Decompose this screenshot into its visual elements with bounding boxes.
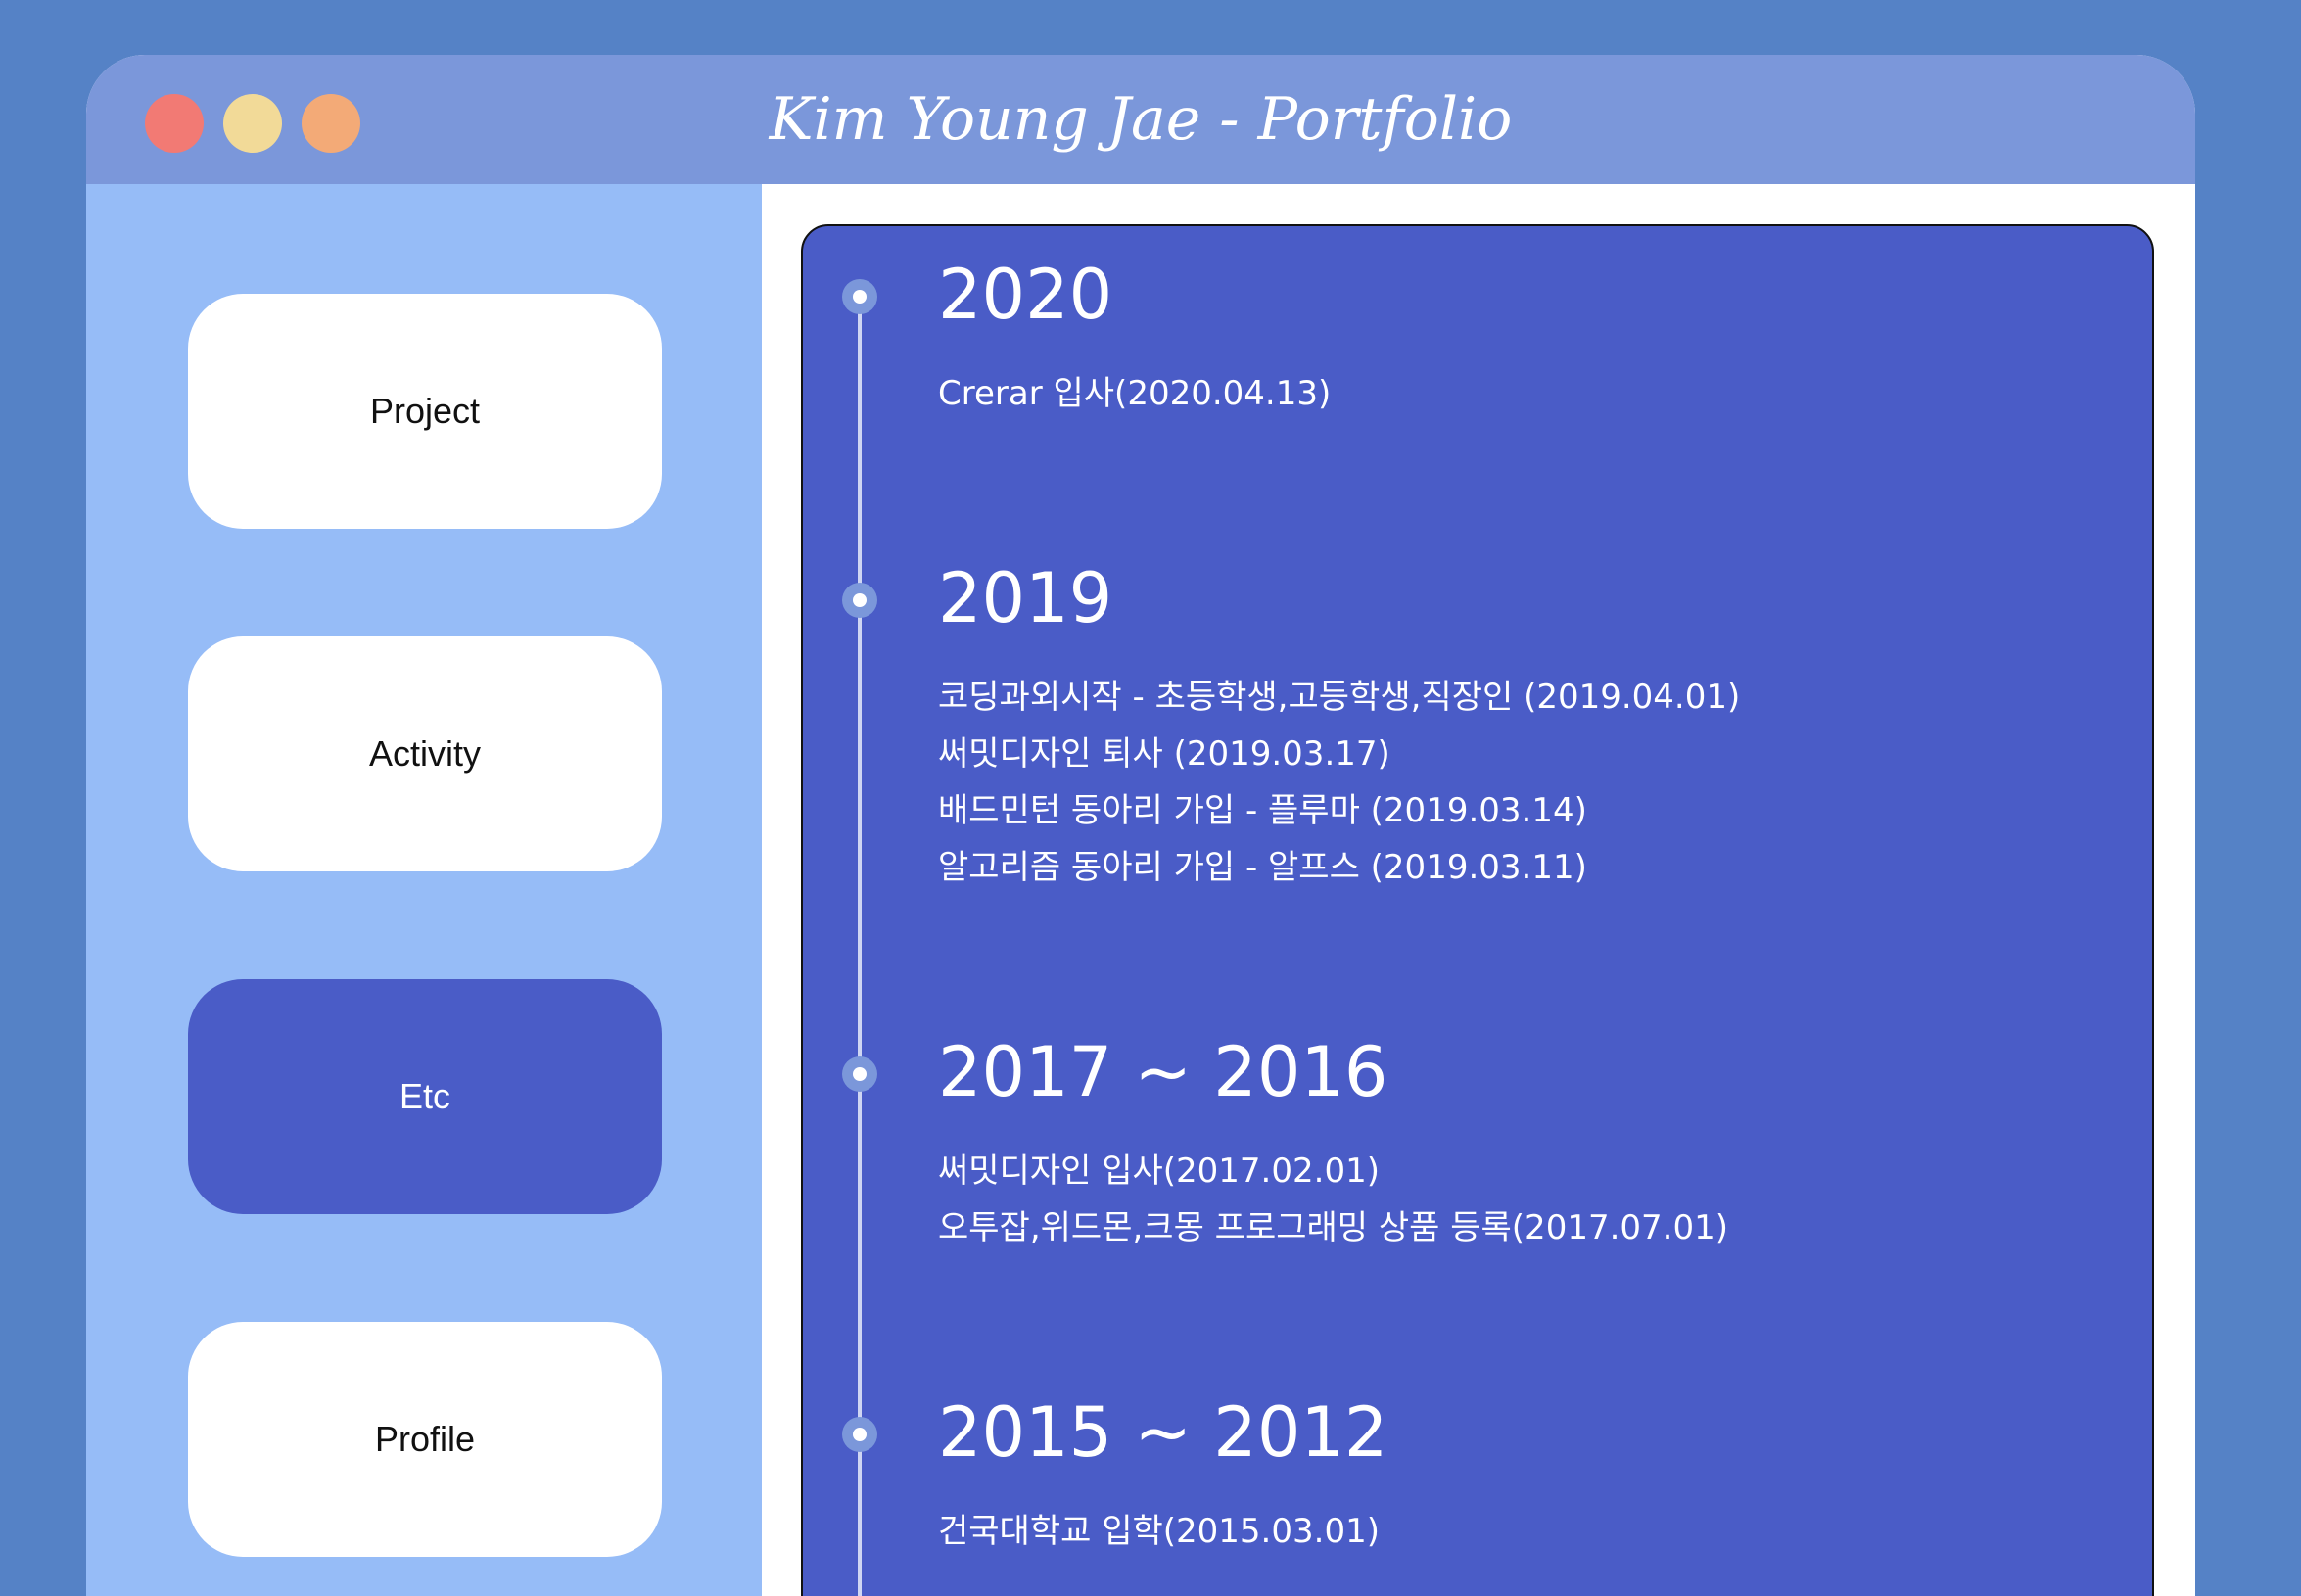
sidebar-item-project[interactable]: Project bbox=[188, 294, 662, 529]
timeline-events: 건국대학교 입학(2015.03.01) bbox=[938, 1503, 1387, 1560]
timeline-period: 2017 ~ 2016 bbox=[938, 1032, 1388, 1112]
sidebar: Project Activity Etc Profile bbox=[86, 184, 762, 1596]
timeline-node bbox=[842, 583, 877, 618]
window-title: Kim Young Jae - Portfolio bbox=[769, 85, 1513, 154]
timeline-panel[interactable]: 2020 Crerar 입사(2020.04.13) 2019 코딩과외시작 -… bbox=[801, 224, 2154, 1596]
timeline-event: 알고리즘 동아리 가입 - 알프스 (2019.03.11) bbox=[938, 848, 1587, 887]
timeline-events: 써밋디자인 입사(2017.02.01) 오투잡,위드몬,크몽 프로그래밍 상품… bbox=[938, 1143, 1728, 1256]
sidebar-item-activity[interactable]: Activity bbox=[188, 636, 662, 871]
timeline-node bbox=[842, 279, 877, 314]
timeline-entry: 2015 ~ 2012 건국대학교 입학(2015.03.01) bbox=[938, 1391, 1387, 1560]
timeline-node bbox=[842, 1417, 877, 1452]
timeline-event: 써밋디자인 입사(2017.02.01) bbox=[938, 1151, 1380, 1191]
timeline-entry: 2020 Crerar 입사(2020.04.13) bbox=[938, 254, 1331, 422]
main-content: 2020 Crerar 입사(2020.04.13) 2019 코딩과외시작 -… bbox=[762, 184, 2195, 1596]
timeline-event: 오투잡,위드몬,크몽 프로그래밍 상품 등록(2017.07.01) bbox=[938, 1208, 1728, 1247]
timeline-period: 2015 ~ 2012 bbox=[938, 1392, 1388, 1473]
title-bar: Kim Young Jae - Portfolio bbox=[86, 55, 2195, 184]
sidebar-item-etc[interactable]: Etc bbox=[188, 979, 662, 1214]
timeline-event: 건국대학교 입학(2015.03.01) bbox=[938, 1512, 1380, 1551]
browser-window: Kim Young Jae - Portfolio Project Activi… bbox=[86, 55, 2195, 1596]
timeline-event: 써밋디자인 퇴사 (2019.03.17) bbox=[938, 734, 1390, 774]
timeline-entry: 2017 ~ 2016 써밋디자인 입사(2017.02.01) 오투잡,위드몬… bbox=[938, 1031, 1728, 1256]
timeline-period: 2019 bbox=[938, 558, 1113, 638]
timeline-events: Crerar 입사(2020.04.13) bbox=[938, 365, 1331, 422]
timeline-entry: 2019 코딩과외시작 - 초등학생,고등학생,직장인 (2019.04.01)… bbox=[938, 557, 1740, 896]
timeline-event: Crerar 입사(2020.04.13) bbox=[938, 374, 1332, 413]
sidebar-item-profile[interactable]: Profile bbox=[188, 1322, 662, 1557]
timeline-period: 2020 bbox=[938, 255, 1113, 335]
timeline-event: 배드민턴 동아리 가입 - 플루마 (2019.03.14) bbox=[938, 791, 1587, 830]
timeline-line bbox=[858, 295, 862, 1596]
timeline-event: 코딩과외시작 - 초등학생,고등학생,직장인 (2019.04.01) bbox=[938, 678, 1741, 717]
timeline-node bbox=[842, 1056, 877, 1092]
timeline-events: 코딩과외시작 - 초등학생,고등학생,직장인 (2019.04.01) 써밋디자… bbox=[938, 669, 1740, 896]
